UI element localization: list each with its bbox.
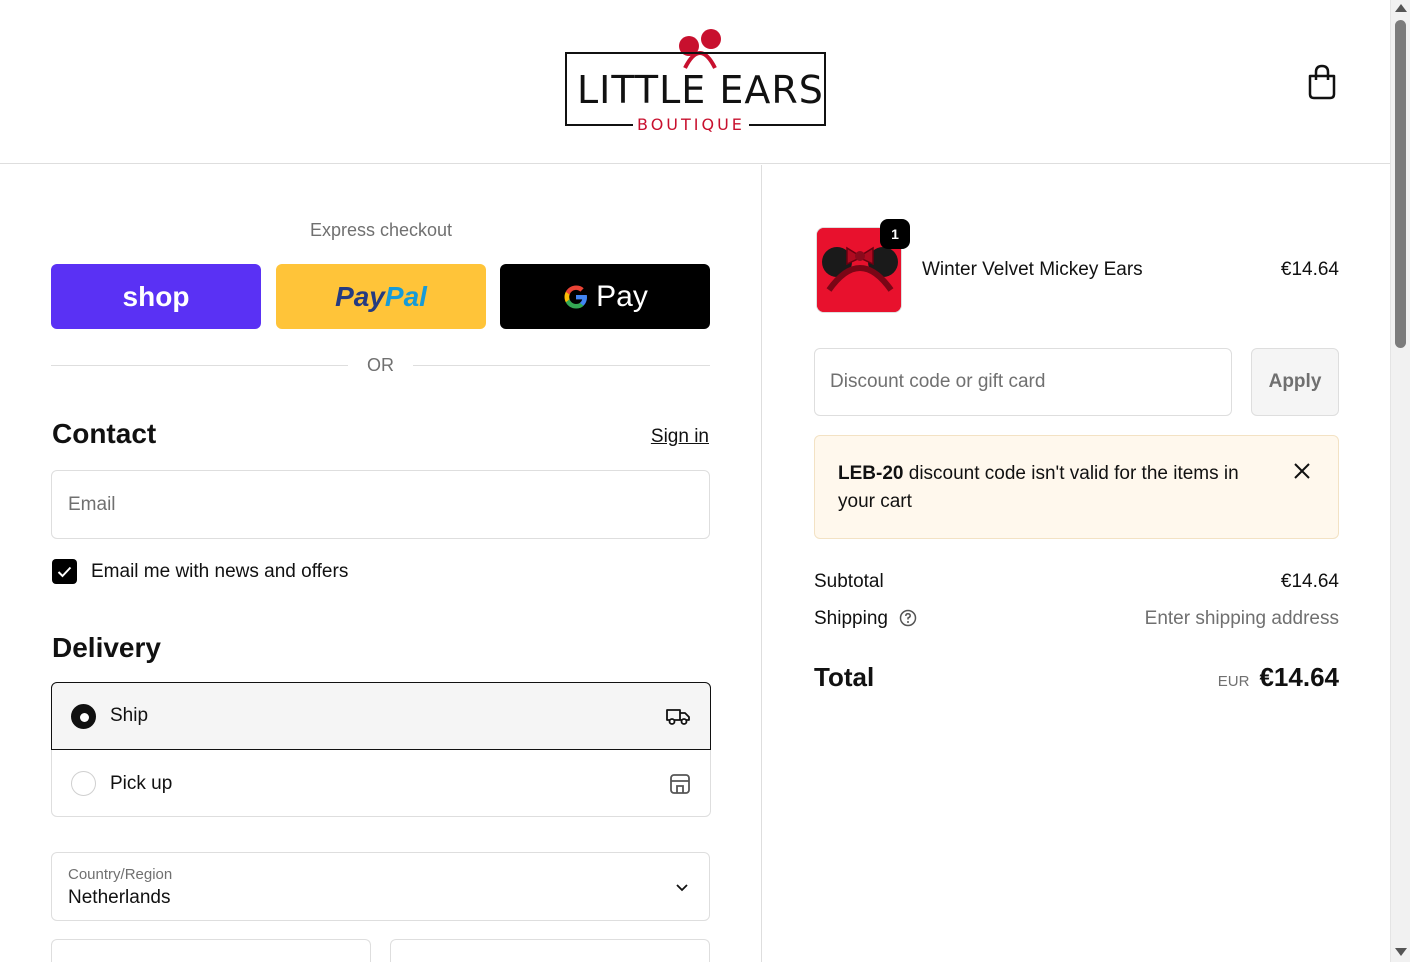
paypal-label-pay: Pay (335, 280, 385, 312)
store-icon (670, 773, 690, 794)
pickup-radio[interactable] (71, 771, 96, 796)
discount-code-input[interactable] (815, 349, 1231, 415)
help-circle-icon[interactable] (899, 609, 917, 627)
first-name-field[interactable] (51, 939, 371, 962)
paypal-label-pal: Pal (384, 280, 427, 312)
shipping-label: Shipping (814, 608, 888, 629)
email-input[interactable] (52, 471, 709, 538)
shop-pay-label: shop (122, 280, 190, 312)
country-region-label: Country/Region (68, 866, 173, 883)
divider-line-right (413, 365, 710, 366)
subtotal-value: €14.64 (1280, 571, 1339, 592)
google-pay-button[interactable]: Pay (500, 264, 710, 329)
or-divider: OR (51, 354, 710, 378)
quantity-badge: 1 (880, 219, 910, 249)
newsletter-checkbox[interactable] (52, 559, 77, 584)
delivery-heading: Delivery (52, 632, 161, 663)
google-pay-label: Pay (596, 279, 648, 313)
express-checkout-title: Express checkout (309, 220, 453, 240)
shipping-value: Enter shipping address (1144, 608, 1339, 629)
discount-error-message: LEB-20 discount code isn't valid for the… (838, 460, 1258, 516)
logo-subtitle: BOUTIQUE (633, 115, 749, 134)
close-icon[interactable] (1293, 462, 1311, 480)
product-price: €14.64 (1280, 259, 1339, 280)
checkout-form-column: Express checkout shop Pay Pal Pay OR Cont… (0, 165, 762, 962)
page-scrollbar[interactable] (1390, 0, 1410, 962)
newsletter-label: Email me with news and offers (91, 560, 349, 582)
scroll-up-arrow-icon[interactable] (1395, 4, 1407, 12)
scroll-down-arrow-icon[interactable] (1395, 948, 1407, 956)
total-label: Total (814, 662, 875, 692)
newsletter-checkbox-row[interactable]: Email me with news and offers (52, 559, 348, 584)
shopping-bag-icon[interactable] (1306, 64, 1338, 100)
scrollbar-thumb[interactable] (1395, 20, 1406, 348)
last-name-field[interactable] (390, 939, 710, 962)
apply-discount-button[interactable]: Apply (1251, 348, 1339, 416)
ship-radio[interactable] (71, 703, 96, 729)
product-name: Winter Velvet Mickey Ears (922, 259, 1143, 280)
pickup-label: Pick up (110, 772, 173, 794)
discount-code-name: LEB-20 (838, 463, 904, 484)
delivery-option-ship[interactable]: Ship (51, 682, 711, 750)
discount-error-alert: LEB-20 discount code isn't valid for the… (814, 435, 1339, 539)
delivery-option-pickup[interactable]: Pick up (52, 750, 710, 817)
google-g-icon (564, 285, 588, 308)
discount-code-field[interactable] (814, 348, 1232, 416)
store-logo[interactable]: LITTLE EARS BOUTIQUE (563, 28, 829, 136)
delivery-method-group: Ship Pick up (51, 682, 711, 817)
truck-icon (666, 709, 690, 725)
email-field[interactable] (51, 470, 710, 539)
country-region-value: Netherlands (68, 887, 171, 908)
subtotal-label: Subtotal (814, 571, 884, 592)
total-value-group: EUR €14.64 (1218, 662, 1339, 693)
total-currency: EUR (1217, 673, 1250, 690)
logo-wordmark: LITTLE EARS (577, 68, 824, 112)
checkmark-icon (57, 566, 72, 577)
ship-label: Ship (110, 705, 149, 726)
country-region-select[interactable]: Country/Region Netherlands (51, 852, 710, 921)
order-summary-column: 1 Winter Velvet Mickey Ears €14.64 Apply… (763, 165, 1390, 962)
paypal-button[interactable]: Pay Pal (276, 264, 486, 329)
sign-in-link[interactable]: Sign in (651, 426, 709, 448)
shop-pay-button[interactable]: shop (51, 264, 261, 329)
chevron-down-icon (676, 884, 688, 892)
shipping-row-label: Shipping (814, 608, 917, 630)
contact-heading: Contact (52, 418, 157, 449)
checkout-header: LITTLE EARS BOUTIQUE (0, 0, 1390, 164)
total-amount: €14.64 (1259, 662, 1339, 692)
